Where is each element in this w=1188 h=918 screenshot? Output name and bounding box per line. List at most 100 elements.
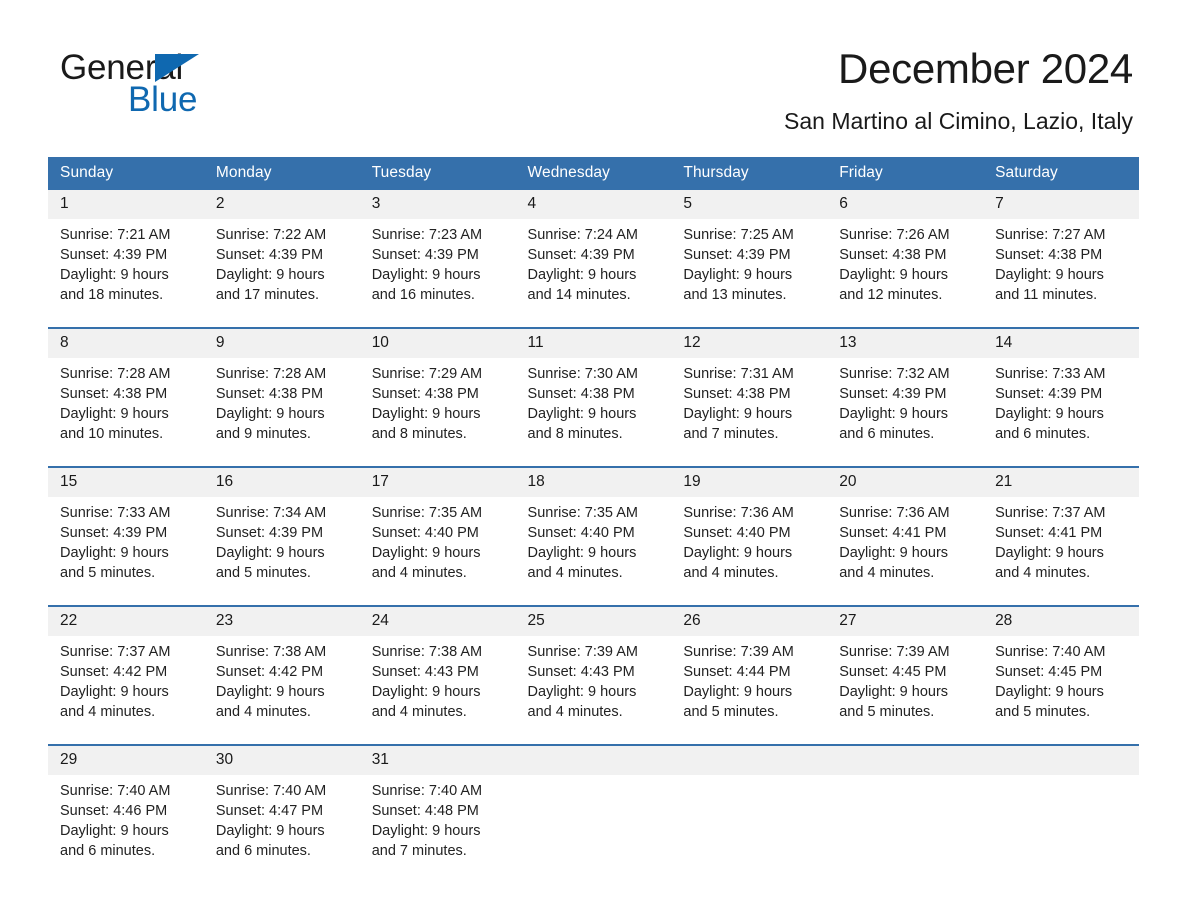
daylight-text-line2: and 4 minutes.: [215, 704, 311, 720]
day-details: Sunrise: 7:33 AM Sunset: 4:39 PM Daylight:…: [48, 497, 204, 593]
day-cell[interactable]: 10 Sunrise: 7:29 AM Sunset: 4:38 PM Dayligh…: [359, 327, 516, 454]
day-details: Sunrise: 7:22 AM Sunset: 4:39 PM Daylight:…: [204, 219, 360, 315]
day-details: Sunrise: 7:37 AM Sunset: 4:42 PM Daylight:…: [48, 636, 204, 732]
sunrise-text: Sunrise: 7:32 AM: [839, 366, 950, 382]
day-details: Sunrise: 7:24 AM Sunset: 4:39 PM Daylight:…: [516, 219, 672, 315]
sunset-text: Sunset: 4:40 PM: [527, 525, 635, 541]
day-cell[interactable]: 24 Sunrise: 7:38 AM Sunset: 4:43 PM Dayligh…: [359, 605, 516, 732]
sunrise-text: Sunrise: 7:37 AM: [60, 644, 171, 660]
day-number: 19: [671, 468, 828, 497]
sunset-text: Sunset: 4:39 PM: [839, 386, 947, 402]
daylight-text-line2: and 5 minutes.: [839, 704, 935, 720]
day-cell[interactable]: 4 Sunrise: 7:24 AM Sunset: 4:39 PM Daylight…: [515, 190, 672, 315]
day-cell[interactable]: 13 Sunrise: 7:32 AM Sunset: 4:39 PM Dayligh…: [827, 327, 984, 454]
calendar-body: 1 Sunrise: 7:21 AM Sunset: 4:39 PM Daylight…: [48, 190, 1139, 871]
day-cell[interactable]: 31 Sunrise: 7:40 AM Sunset: 4:48 PM Dayligh…: [359, 744, 516, 871]
day-cell[interactable]: 3 Sunrise: 7:23 AM Sunset: 4:39 PM Daylight…: [359, 190, 516, 315]
day-cell[interactable]: 17 Sunrise: 7:35 AM Sunset: 4:40 PM Dayligh…: [359, 466, 516, 593]
day-cell-empty: [827, 744, 984, 871]
calendar-header-row: Sunday Monday Tuesday Wednesday Thursday…: [48, 157, 1139, 190]
day-cell[interactable]: 5 Sunrise: 7:25 AM Sunset: 4:39 PM Daylight…: [671, 190, 828, 315]
day-cell[interactable]: 6 Sunrise: 7:26 AM Sunset: 4:38 PM Daylight…: [827, 190, 984, 315]
sunset-text: Sunset: 4:42 PM: [215, 664, 324, 680]
day-cell[interactable]: 26 Sunrise: 7:39 AM Sunset: 4:44 PM Dayligh…: [671, 605, 828, 732]
day-cell[interactable]: 1 Sunrise: 7:21 AM Sunset: 4:39 PM Daylight…: [48, 190, 204, 315]
sunset-text: Sunset: 4:45 PM: [839, 664, 947, 680]
calendar-table: Sunday Monday Tuesday Wednesday Thursday…: [48, 157, 1139, 871]
day-cell[interactable]: 9 Sunrise: 7:28 AM Sunset: 4:38 PM Daylight…: [203, 327, 360, 454]
day-cell[interactable]: 18 Sunrise: 7:35 AM Sunset: 4:40 PM Dayligh…: [515, 466, 672, 593]
day-cell[interactable]: 16 Sunrise: 7:34 AM Sunset: 4:39 PM Dayligh…: [203, 466, 360, 593]
day-details: [827, 775, 983, 871]
day-number: 10: [359, 329, 516, 358]
day-number: [983, 746, 1139, 775]
daylight-text-line2: and 5 minutes.: [683, 704, 779, 720]
generalblue-logo[interactable]: General Blue: [60, 48, 280, 120]
daylight-text-line2: and 4 minutes.: [839, 565, 935, 581]
day-details: Sunrise: 7:28 AM Sunset: 4:38 PM Daylight:…: [204, 358, 360, 454]
day-cell[interactable]: 23 Sunrise: 7:38 AM Sunset: 4:42 PM Dayligh…: [203, 605, 360, 732]
day-cell[interactable]: 27 Sunrise: 7:39 AM Sunset: 4:45 PM Dayligh…: [827, 605, 984, 732]
daylight-text-line2: and 17 minutes.: [215, 287, 320, 303]
day-cell[interactable]: 28 Sunrise: 7:40 AM Sunset: 4:45 PM Dayligh…: [983, 605, 1139, 732]
daylight-text-line1: Daylight: 9 hours: [60, 684, 169, 700]
day-details: Sunrise: 7:39 AM Sunset: 4:44 PM Daylight:…: [671, 636, 827, 732]
daylight-text-line2: and 4 minutes.: [995, 565, 1091, 581]
sunrise-text: Sunrise: 7:37 AM: [995, 505, 1106, 521]
daylight-text-line2: and 8 minutes.: [527, 426, 623, 442]
week-spacer: [48, 315, 1139, 328]
daylight-text-line1: Daylight: 9 hours: [215, 684, 325, 700]
day-cell[interactable]: 20 Sunrise: 7:36 AM Sunset: 4:41 PM Dayligh…: [827, 466, 984, 593]
day-number: 30: [203, 746, 360, 775]
day-cell[interactable]: 22 Sunrise: 7:37 AM Sunset: 4:42 PM Dayligh…: [48, 605, 204, 732]
day-cell[interactable]: 15 Sunrise: 7:33 AM Sunset: 4:39 PM Dayligh…: [48, 466, 204, 593]
day-number: 11: [515, 329, 672, 358]
page-subtitle: San Martino al Cimino, Lazio, Italy: [784, 108, 1133, 134]
daylight-text-line1: Daylight: 9 hours: [60, 406, 169, 422]
day-cell[interactable]: 14 Sunrise: 7:33 AM Sunset: 4:39 PM Dayligh…: [983, 327, 1139, 454]
day-number: 7: [983, 190, 1139, 219]
day-details: Sunrise: 7:26 AM Sunset: 4:38 PM Daylight:…: [827, 219, 983, 315]
day-cell[interactable]: 30 Sunrise: 7:40 AM Sunset: 4:47 PM Dayligh…: [203, 744, 360, 871]
sunrise-text: Sunrise: 7:38 AM: [371, 644, 483, 660]
day-cell[interactable]: 29 Sunrise: 7:40 AM Sunset: 4:46 PM Dayligh…: [48, 744, 204, 871]
daylight-text-line2: and 7 minutes.: [683, 426, 779, 442]
day-details: Sunrise: 7:21 AM Sunset: 4:39 PM Daylight:…: [48, 219, 204, 315]
weekday-header-thursday: Thursday: [671, 157, 828, 190]
day-cell[interactable]: 12 Sunrise: 7:31 AM Sunset: 4:38 PM Dayligh…: [671, 327, 828, 454]
daylight-text-line1: Daylight: 9 hours: [371, 545, 481, 561]
day-details: Sunrise: 7:35 AM Sunset: 4:40 PM Daylight:…: [360, 497, 516, 593]
day-cell[interactable]: 8 Sunrise: 7:28 AM Sunset: 4:38 PM Daylight…: [48, 327, 204, 454]
sunset-text: Sunset: 4:42 PM: [60, 664, 168, 680]
sunset-text: Sunset: 4:39 PM: [215, 247, 324, 263]
day-details: Sunrise: 7:33 AM Sunset: 4:39 PM Daylight:…: [983, 358, 1139, 454]
day-details: Sunrise: 7:40 AM Sunset: 4:48 PM Daylight:…: [360, 775, 516, 871]
sunrise-text: Sunrise: 7:34 AM: [215, 505, 327, 521]
daylight-text-line1: Daylight: 9 hours: [527, 406, 637, 422]
daylight-text-line1: Daylight: 9 hours: [839, 406, 949, 422]
sunrise-text: Sunrise: 7:35 AM: [527, 505, 638, 521]
day-number: 15: [48, 468, 204, 497]
day-number: 20: [827, 468, 984, 497]
day-cell[interactable]: 21 Sunrise: 7:37 AM Sunset: 4:41 PM Dayligh…: [983, 466, 1139, 593]
day-number: 14: [983, 329, 1139, 358]
day-details: Sunrise: 7:23 AM Sunset: 4:39 PM Daylight:…: [360, 219, 516, 315]
day-cell[interactable]: 2 Sunrise: 7:22 AM Sunset: 4:39 PM Daylight…: [203, 190, 360, 315]
sunset-text: Sunset: 4:43 PM: [527, 664, 635, 680]
day-cell[interactable]: 25 Sunrise: 7:39 AM Sunset: 4:43 PM Dayligh…: [515, 605, 672, 732]
daylight-text-line1: Daylight: 9 hours: [995, 684, 1104, 700]
day-number: 13: [827, 329, 984, 358]
day-cell[interactable]: 11 Sunrise: 7:30 AM Sunset: 4:38 PM Dayligh…: [515, 327, 672, 454]
daylight-text-line2: and 6 minutes.: [995, 426, 1091, 442]
sunset-text: Sunset: 4:38 PM: [683, 386, 791, 402]
day-number: 31: [359, 746, 516, 775]
sunrise-text: Sunrise: 7:24 AM: [527, 227, 638, 243]
triangle-icon: [155, 54, 199, 82]
day-cell[interactable]: 19 Sunrise: 7:36 AM Sunset: 4:40 PM Dayligh…: [671, 466, 828, 593]
sunrise-text: Sunrise: 7:38 AM: [215, 644, 327, 660]
day-details: Sunrise: 7:25 AM Sunset: 4:39 PM Daylight:…: [671, 219, 827, 315]
day-cell[interactable]: 7 Sunrise: 7:27 AM Sunset: 4:38 PM Daylight…: [983, 190, 1139, 315]
day-cell-empty: [515, 744, 672, 871]
daylight-text-line1: Daylight: 9 hours: [527, 684, 637, 700]
day-number: 9: [203, 329, 360, 358]
